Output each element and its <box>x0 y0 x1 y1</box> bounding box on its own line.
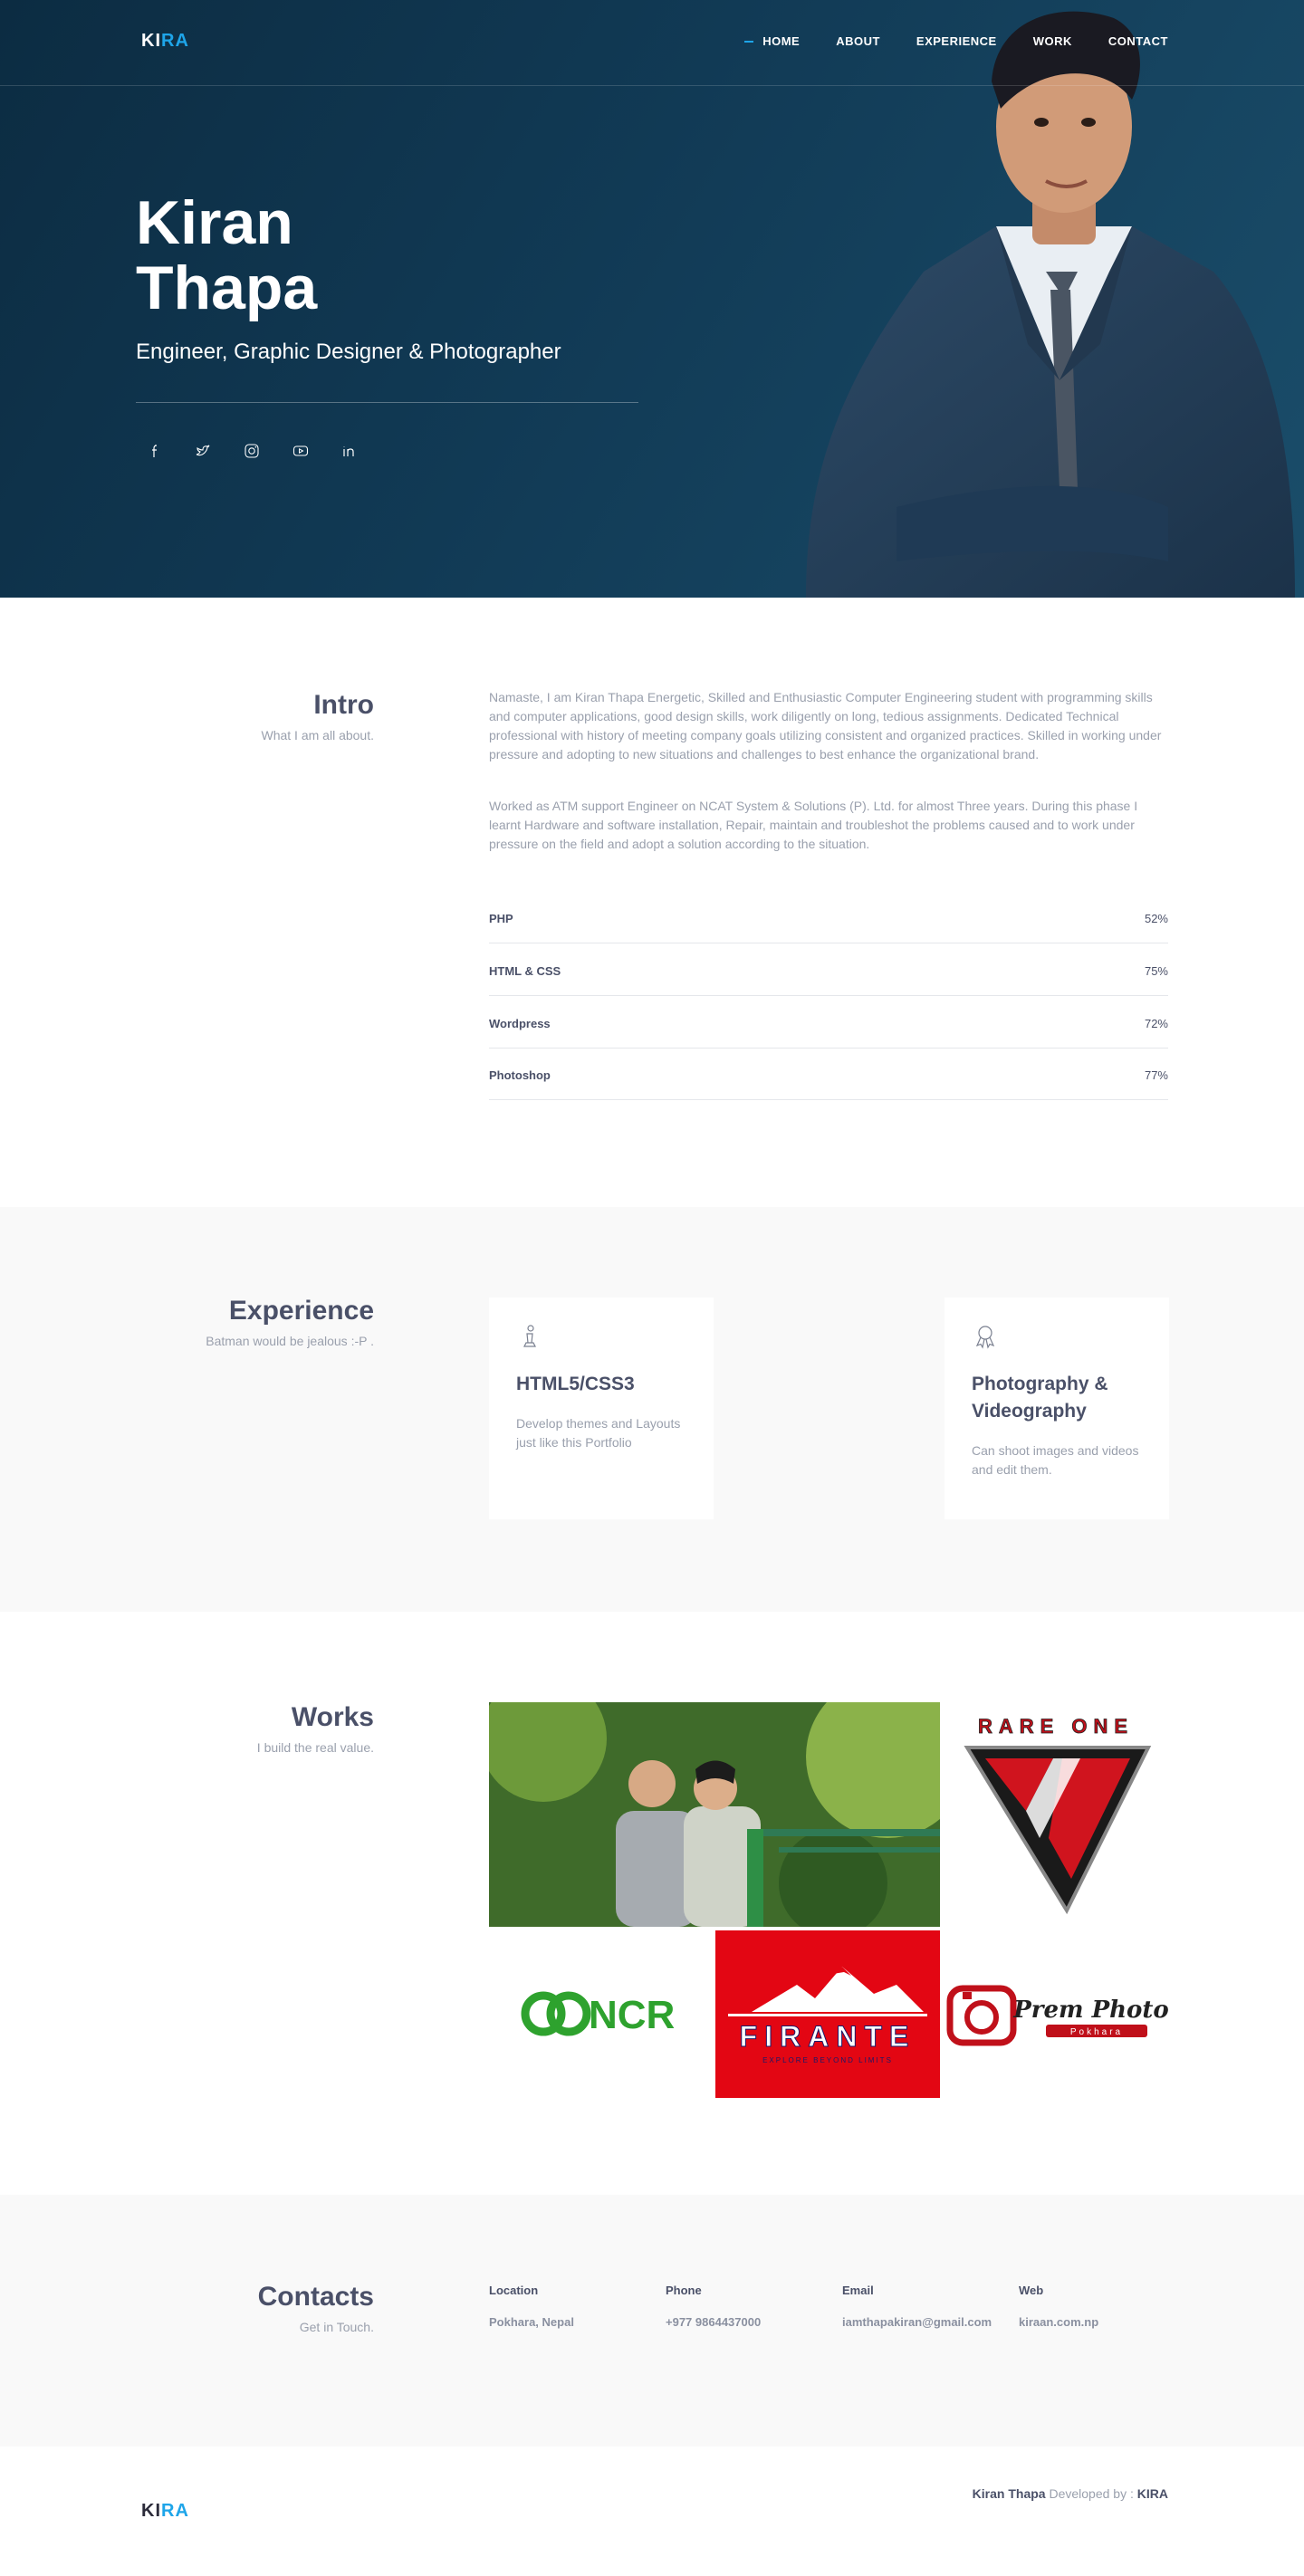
nav-work[interactable]: WORK <box>1033 34 1072 48</box>
works-section: Works I build the real value. RARE ONE N… <box>0 1612 1304 2195</box>
linkedin-icon[interactable] <box>340 442 359 460</box>
phone-link[interactable]: +977 9864437000 <box>666 2315 761 2329</box>
social-links <box>145 442 359 460</box>
experience-card: Photography & Videography Can shoot imag… <box>944 1298 1169 1519</box>
logo-part2: RA <box>161 31 189 51</box>
contact-label: Location <box>489 2284 539 2297</box>
skill-value: 72% <box>1144 1017 1168 1030</box>
skill-name: PHP <box>489 912 513 925</box>
contact-value: Pokhara, Nepal <box>489 2315 574 2329</box>
rare-one-logo[interactable]: RARE ONE <box>944 1702 1168 1927</box>
intro-section: Intro What I am all about. Namaste, I am… <box>0 598 1304 1207</box>
instagram-icon[interactable] <box>243 442 261 460</box>
card-description: Can shoot images and videos and edit the… <box>972 1443 1139 1477</box>
contact-email: Email iamthapakiran@gmail.com <box>842 2284 992 2329</box>
contact-label: Email <box>842 2284 874 2297</box>
web-link[interactable]: kiraan.com.np <box>1019 2315 1098 2329</box>
skill-name: Wordpress <box>489 1017 551 1030</box>
prem-photo-logo[interactable]: Prem Photo Pokhara <box>944 1930 1168 2098</box>
footer-credit: Kiran Thapa Developed by : KIRA <box>973 2486 1168 2501</box>
email-link[interactable]: iamthapakiran@gmail.com <box>842 2315 992 2329</box>
hero-last-name: Thapa <box>136 254 318 322</box>
intro-subtitle: What I am all about. <box>261 728 374 742</box>
card-description: Develop themes and Layouts just like thi… <box>516 1416 681 1450</box>
intro-paragraph-1: Namaste, I am Kiran Thapa Energetic, Ski… <box>489 690 1162 761</box>
logo-part1: KI <box>141 31 161 51</box>
top-navbar: KIRA HOME ABOUT EXPERIENCE WORK CONTACT <box>0 0 1304 86</box>
works-title: Works <box>291 1702 374 1732</box>
experience-card: HTML5/CSS3 Develop themes and Layouts ju… <box>489 1298 714 1519</box>
card-title: HTML5/CSS3 <box>516 1374 635 1394</box>
skill-row: Photoshop 77% <box>489 1049 1168 1100</box>
hero-subtitle: Engineer, Graphic Designer & Photographe… <box>136 340 561 364</box>
firante-graphic: FIRANTE EXPLORE BEYOND LIMITS <box>728 1967 927 2064</box>
skill-row: Wordpress 72% <box>489 997 1168 1049</box>
couple-photo-image <box>489 1702 940 1927</box>
brand-logo[interactable]: KIRA <box>141 31 189 52</box>
hero-section: KIRA HOME ABOUT EXPERIENCE WORK CONTACT … <box>0 0 1304 598</box>
prem-photo-graphic: Prem Photo Pokhara <box>946 1985 1168 2046</box>
rare-one-graphic: RARE ONE <box>964 1715 1152 1915</box>
contact-location: Location Pokhara, Nepal <box>489 2284 574 2329</box>
hero-first-name: Kiran <box>136 188 293 257</box>
intro-title: Intro <box>313 690 374 720</box>
contact-web: Web kiraan.com.np <box>1019 2284 1098 2329</box>
footer-developed-by: Developed by : <box>1049 2486 1134 2501</box>
nav-contact[interactable]: CONTACT <box>1108 34 1168 48</box>
prem-photo-text: Prem Photo <box>1012 1997 1168 2024</box>
nav-menu: HOME ABOUT EXPERIENCE WORK CONTACT <box>744 34 1168 48</box>
hero-divider <box>136 402 638 403</box>
nav-home[interactable]: HOME <box>744 34 800 48</box>
footer-dev-link[interactable]: KIRA <box>1137 2486 1168 2501</box>
chess-pawn-icon <box>523 1325 536 1347</box>
skill-value: 77% <box>1144 1068 1168 1082</box>
footer-logo-part1: KI <box>141 2501 161 2521</box>
skill-name: HTML & CSS <box>489 964 561 978</box>
card-title: Photography & Videography <box>972 1374 1108 1422</box>
ncr-graphic: NCR <box>521 1991 675 2037</box>
intro-paragraph-2: Worked as ATM support Engineer on NCAT S… <box>489 799 1138 851</box>
contact-label: Phone <box>666 2284 702 2297</box>
skill-row: HTML & CSS 75% <box>489 944 1168 996</box>
skill-value: 52% <box>1144 912 1168 925</box>
footer-logo[interactable]: KIRA <box>141 2501 189 2522</box>
nav-experience[interactable]: EXPERIENCE <box>916 34 997 48</box>
footer-logo-part2: RA <box>161 2501 189 2521</box>
hero-name: Kiran Thapa <box>136 190 317 321</box>
skill-row: PHP 52% <box>489 892 1168 943</box>
facebook-icon[interactable] <box>145 442 163 460</box>
rare-one-text: RARE ONE <box>978 1715 1134 1738</box>
contacts-section: Contacts Get in Touch. Location Pokhara,… <box>0 2195 1304 2447</box>
profile-photo <box>806 11 1295 598</box>
prem-photo-subtext: Pokhara <box>1070 2027 1123 2037</box>
contacts-title: Contacts <box>257 2282 374 2312</box>
firante-logo[interactable]: FIRANTE EXPLORE BEYOND LIMITS <box>715 1930 940 2098</box>
contacts-subtitle: Get in Touch. <box>299 2320 374 2334</box>
experience-section: Experience Batman would be jealous :-P .… <box>0 1207 1304 1612</box>
experience-subtitle: Batman would be jealous :-P . <box>206 1334 374 1348</box>
couple-photo[interactable] <box>489 1702 940 1927</box>
skill-name: Photoshop <box>489 1068 551 1082</box>
experience-title: Experience <box>228 1296 374 1326</box>
twitter-icon[interactable] <box>194 442 212 460</box>
ncr-logo[interactable]: NCR <box>489 1930 714 2098</box>
award-ribbon-icon <box>975 1326 995 1349</box>
skill-value: 75% <box>1144 964 1168 978</box>
contact-phone: Phone +977 9864437000 <box>666 2284 761 2329</box>
nav-about[interactable]: ABOUT <box>836 34 880 48</box>
firante-text: FIRANTE <box>740 2020 916 2053</box>
footer-author: Kiran Thapa <box>972 2486 1046 2501</box>
firante-tagline: EXPLORE BEYOND LIMITS <box>762 2056 893 2064</box>
contact-label: Web <box>1019 2284 1044 2297</box>
youtube-icon[interactable] <box>292 442 310 460</box>
works-subtitle: I build the real value. <box>256 1740 374 1755</box>
footer: KIRA Kiran Thapa Developed by : KIRA <box>0 2447 1304 2576</box>
ncr-text: NCR <box>589 1993 675 2037</box>
